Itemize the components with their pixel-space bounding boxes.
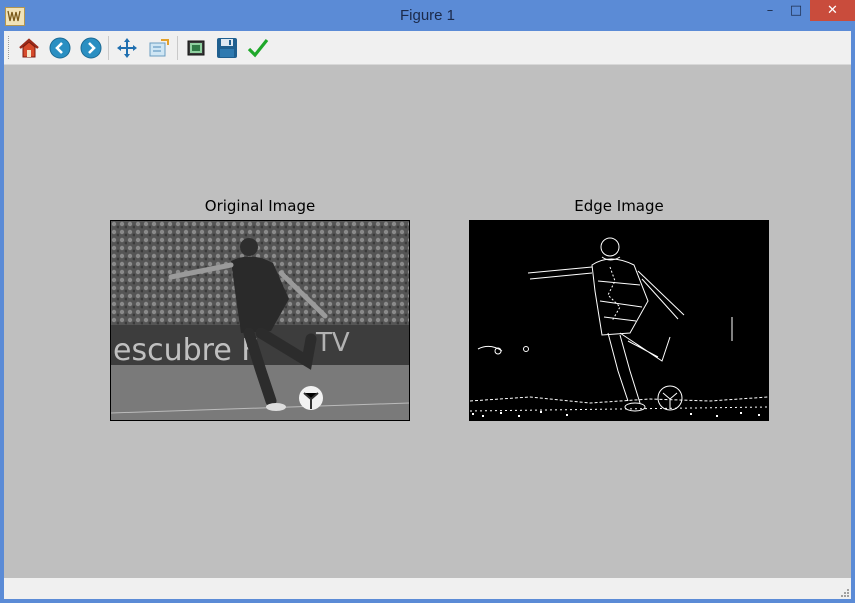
zoom-button[interactable] [146,35,172,61]
svg-text:TV: TV [315,328,350,358]
edge-image [469,220,769,421]
maximize-button[interactable]: □ [781,0,811,22]
status-bar [4,578,851,599]
back-button[interactable] [47,35,73,61]
figure-window: Figure 1 – □ ✕ Original Image escubre F … [0,0,855,603]
pan-button[interactable] [114,35,140,61]
edit-button[interactable] [245,35,271,61]
toolbar-separator [177,36,178,60]
original-image: escubre F TV [110,220,410,421]
floppy-disk-icon [217,38,237,58]
move-icon [117,38,137,58]
navigation-toolbar [4,31,851,65]
home-icon [19,38,39,58]
close-button[interactable]: ✕ [810,0,855,21]
axes-title-edge: Edge Image [574,197,664,215]
subplots-icon [187,40,205,56]
title-bar[interactable]: Figure 1 – □ ✕ [0,0,855,31]
toolbar-separator [108,36,109,60]
client-area: Original Image escubre F TV Edge Image [4,31,851,599]
forward-button[interactable] [78,35,104,61]
check-icon [247,39,269,58]
figure-canvas[interactable]: Original Image escubre F TV Edge Image [4,65,851,578]
arrow-left-icon [49,37,71,59]
arrow-right-icon [80,37,102,59]
svg-text:escubre F: escubre F [113,333,259,368]
toolbar-grip[interactable] [8,36,11,59]
home-button[interactable] [16,35,42,61]
save-button[interactable] [214,35,240,61]
axes-title-original: Original Image [204,197,316,215]
zoom-rect-icon [149,39,169,57]
subplots-button[interactable] [183,35,209,61]
resize-grip-icon[interactable] [839,587,849,597]
window-title: Figure 1 [399,7,456,24]
